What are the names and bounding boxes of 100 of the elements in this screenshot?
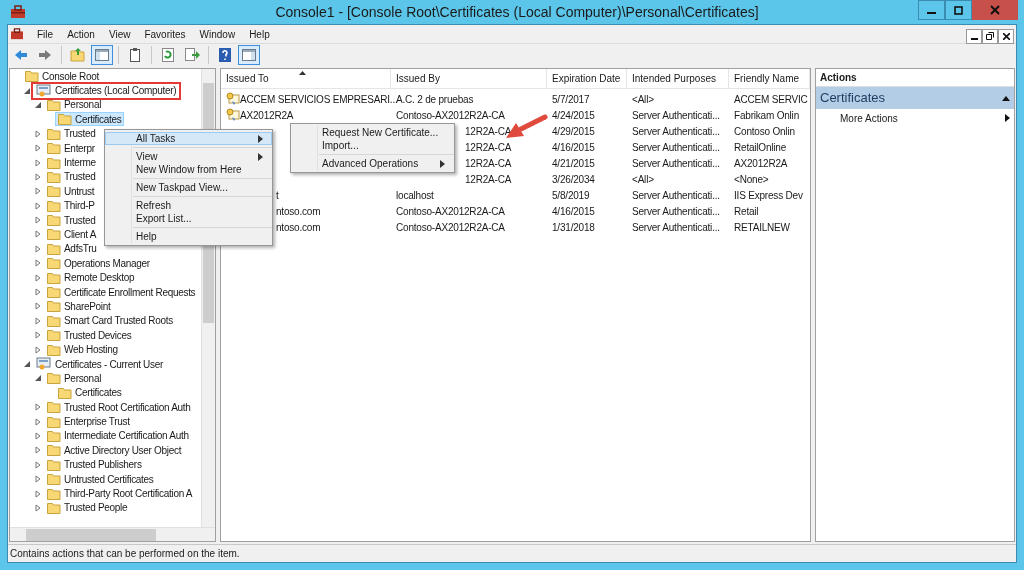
table-cell-text: 1/31/2018 [552, 220, 595, 235]
folder-icon [47, 286, 61, 299]
maximize-button[interactable] [945, 0, 972, 20]
folder-icon [47, 170, 61, 183]
menu-item[interactable]: View [105, 150, 272, 163]
tree-item[interactable]: Certificates - Current User [33, 357, 167, 371]
table-cell-text: Retail [734, 204, 759, 219]
folder-icon [47, 242, 61, 255]
tree-item[interactable]: Operations Manager [44, 256, 153, 271]
child-restore-button[interactable] [982, 28, 998, 44]
menu-bar-item[interactable]: Action [60, 25, 102, 43]
column-header[interactable]: Issued To [221, 69, 391, 88]
tree-item[interactable]: Enterprise Trust [44, 414, 133, 429]
tree-item[interactable]: Certificates [55, 112, 125, 127]
folder-icon [47, 185, 61, 198]
tree-item[interactable]: Trusted [44, 169, 99, 184]
tree-item[interactable]: Third-P [44, 198, 98, 213]
tree-item[interactable]: Untrust [44, 184, 98, 199]
tree-item[interactable]: Certificates (Local Computer) [33, 83, 180, 98]
horizontal-scrollbar[interactable] [10, 527, 215, 541]
menu-bar-item[interactable]: File [30, 25, 61, 43]
tree-item[interactable]: Personal [44, 97, 105, 112]
child-minimize-button[interactable] [966, 28, 982, 44]
menu-item[interactable]: Refresh [105, 199, 272, 212]
actions-section-header[interactable]: Certificates [816, 87, 1014, 109]
folder-icon [25, 70, 39, 83]
table-cell-text: Server Authenticati... [632, 204, 720, 219]
tree-item[interactable]: Console Root [22, 69, 102, 84]
close-button[interactable] [972, 0, 1018, 20]
tree-item[interactable]: Personal [44, 371, 105, 386]
tree-item[interactable]: Trusted People [44, 500, 131, 515]
tree-item[interactable]: Active Directory User Object [44, 443, 185, 458]
tree-item[interactable]: Interme [44, 155, 99, 170]
tree-item[interactable]: Client A [44, 227, 100, 242]
menu-bar-item[interactable]: View [101, 25, 138, 43]
table-cell-text: AX2012R2A [734, 156, 788, 171]
table-cell-text: 4/29/2015 [552, 124, 595, 139]
menu-bar-item[interactable]: Favorites [137, 25, 193, 43]
table-cell-text: 4/16/2015 [552, 140, 595, 155]
table-cell-text: Server Authenticati... [632, 124, 720, 139]
tree-item[interactable]: Intermediate Certification Auth [44, 428, 192, 443]
menu-item[interactable]: Import... [291, 139, 454, 152]
folder-icon [47, 458, 61, 471]
menu-item[interactable]: New Window from Here [105, 163, 272, 176]
certificate-icon [226, 108, 240, 122]
table-cell-text: Server Authenticati... [632, 108, 720, 123]
tree-item[interactable]: Certificates [55, 385, 125, 400]
menu-item[interactable]: New Taskpad View... [105, 181, 272, 194]
clipboard-icon [127, 47, 143, 63]
table-cell-text: <None> [734, 172, 769, 187]
tree-pane-button[interactable] [91, 45, 113, 65]
folder-icon [47, 429, 61, 442]
menu-bar-item[interactable]: Window [192, 25, 243, 43]
column-header[interactable]: Expiration Date [547, 69, 627, 88]
tree-item[interactable]: Trusted Devices [44, 328, 135, 343]
column-header[interactable]: Intended Purposes [627, 69, 729, 88]
menu-bar-item[interactable]: Help [242, 25, 277, 43]
tree-item[interactable]: AdfsTru [44, 241, 100, 256]
tree-item[interactable]: Certificate Enrollment Requests [44, 285, 199, 300]
tree-item[interactable]: Smart Card Trusted Roots [44, 313, 176, 328]
folder-icon [58, 386, 72, 399]
toolbox-icon [10, 28, 24, 40]
folder-icon [47, 142, 61, 155]
tree-pane-icon [94, 47, 110, 63]
tree-item[interactable]: Trusted Publishers [44, 457, 145, 472]
tree-item[interactable]: Trusted Root Certification Auth [44, 400, 194, 415]
certificate-icon [226, 92, 240, 106]
tree-item[interactable]: Remote Desktop [44, 270, 138, 285]
tree-item[interactable]: SharePoint [44, 299, 114, 314]
folder-icon [47, 415, 61, 428]
table-cell-text: Fabrikam Onlin [734, 108, 799, 123]
action-pane-button[interactable] [238, 45, 260, 65]
menu-item[interactable]: Request New Certificate... [291, 126, 454, 139]
tree-item[interactable]: Untrusted Certificates [44, 472, 157, 487]
tree-item[interactable]: Web Hosting [44, 342, 121, 357]
folder-icon [47, 228, 61, 241]
menu-item[interactable]: Advanced Operations [291, 157, 454, 170]
tree-item[interactable]: Trusted [44, 213, 99, 228]
tree-item[interactable]: Third-Party Root Certification A [44, 486, 196, 501]
table-cell-text: Server Authenticati... [632, 220, 720, 235]
folder-icon [47, 401, 61, 414]
restore-icon [986, 32, 994, 40]
folder-icon [47, 329, 61, 342]
table-cell-text: Server Authenticati... [632, 156, 720, 171]
column-header[interactable]: Friendly Name [729, 69, 810, 88]
table-cell-text: 4/24/2015 [552, 108, 595, 123]
refresh-icon [160, 47, 176, 63]
minimize-button[interactable] [918, 0, 945, 20]
menu-item[interactable]: Export List... [105, 212, 272, 225]
column-header[interactable]: Issued By [391, 69, 547, 88]
table-cell-text: localhost [396, 188, 434, 203]
action-pane-icon [241, 47, 257, 63]
menu-item[interactable]: All Tasks [105, 132, 272, 145]
menu-item[interactable]: Help [105, 230, 272, 243]
action-link[interactable]: More Actions [816, 109, 1014, 127]
sort-ascending-icon [299, 71, 306, 75]
tree-item[interactable]: Enterpr [44, 141, 98, 156]
tree-item[interactable]: Trusted [44, 126, 99, 141]
child-close-button[interactable] [998, 28, 1014, 44]
maximize-icon [954, 5, 963, 15]
